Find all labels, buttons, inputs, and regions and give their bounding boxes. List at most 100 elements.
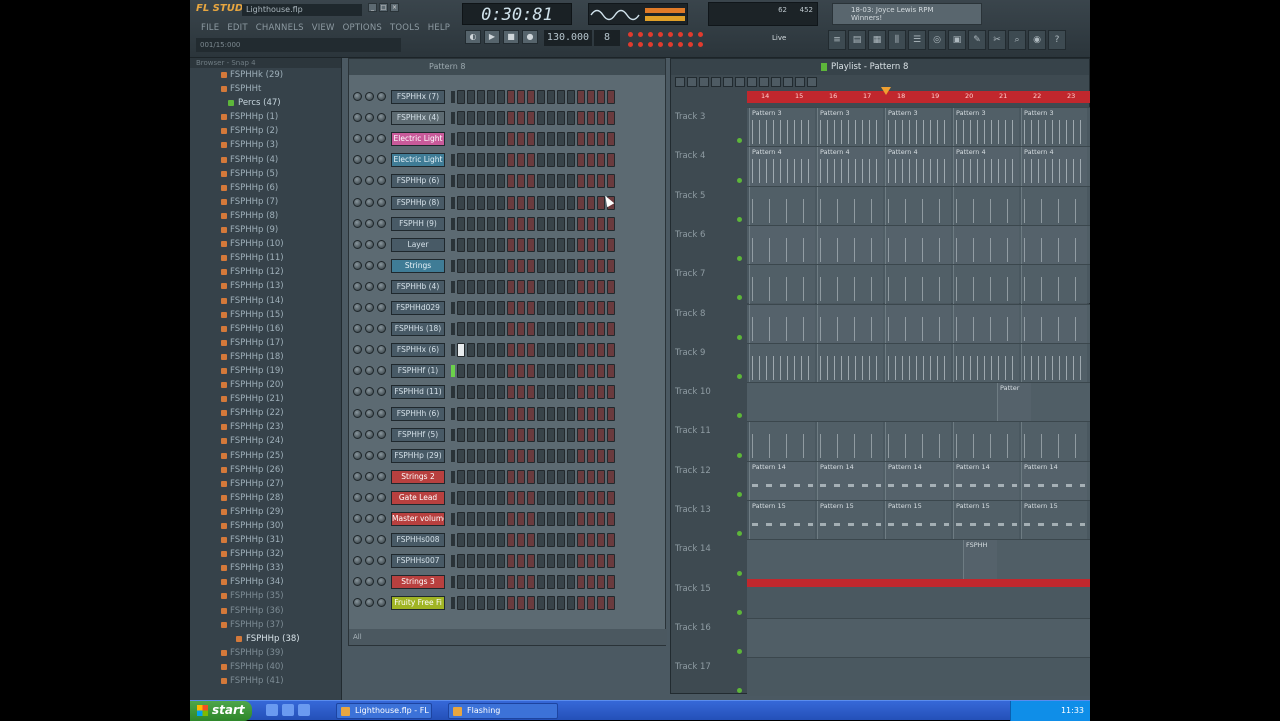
step-button[interactable] (487, 301, 495, 315)
step-button[interactable] (577, 554, 585, 569)
track-led-icon[interactable] (737, 570, 742, 576)
step-button[interactable] (497, 427, 505, 442)
step-button[interactable] (567, 469, 575, 484)
step-button[interactable] (527, 448, 535, 463)
pan-knob[interactable] (365, 197, 374, 207)
step-button[interactable] (547, 469, 555, 484)
browser-item[interactable]: FSPHHp (2) (190, 124, 341, 138)
step-button[interactable] (487, 174, 495, 189)
step-button[interactable] (567, 490, 575, 505)
step-button[interactable] (597, 132, 605, 147)
menu-tools[interactable]: TOOLS (387, 22, 423, 34)
step-button[interactable] (557, 237, 565, 252)
option-led[interactable] (638, 42, 643, 47)
mute-led-icon[interactable] (353, 155, 362, 165)
step-button[interactable] (517, 490, 525, 505)
step-button[interactable] (537, 512, 545, 526)
step-button[interactable] (567, 554, 575, 569)
mute-led-icon[interactable] (353, 345, 362, 355)
step-button[interactable] (477, 364, 485, 379)
pattern-clip[interactable]: Pattern 4 (885, 147, 951, 187)
step-button[interactable] (487, 111, 495, 126)
option-led[interactable] (688, 32, 693, 37)
step-button[interactable] (497, 90, 505, 104)
channel-select-led[interactable] (451, 175, 455, 188)
menu-options[interactable]: OPTIONS (340, 22, 385, 34)
mixer-icon[interactable]: ⫼ (888, 30, 906, 50)
mute-led-icon[interactable] (353, 556, 362, 566)
step-button[interactable] (557, 132, 565, 147)
channel-select-led[interactable] (451, 449, 455, 462)
step-button[interactable] (487, 575, 495, 590)
step-button[interactable] (497, 406, 505, 421)
browser-item[interactable]: FSPHHt (190, 82, 341, 96)
step-button[interactable] (557, 469, 565, 484)
pattern-clip[interactable] (1021, 304, 1087, 344)
track-name[interactable]: Track 16 (675, 623, 711, 633)
step-button[interactable] (577, 406, 585, 421)
channel-select-led[interactable] (451, 555, 455, 568)
track-name[interactable]: Track 4 (675, 151, 705, 161)
step-button[interactable] (587, 301, 595, 315)
browser-item[interactable]: FSPHHp (41) (190, 674, 341, 688)
playlist-tool-icon[interactable] (807, 77, 817, 87)
cut-icon[interactable]: ✂ (988, 30, 1006, 50)
step-button[interactable] (497, 132, 505, 147)
step-button[interactable] (557, 195, 565, 210)
pan-knob[interactable] (365, 345, 374, 355)
step-button[interactable] (547, 90, 555, 104)
track-led-icon[interactable] (737, 649, 742, 655)
step-button[interactable] (557, 322, 565, 337)
step-button[interactable] (567, 132, 575, 147)
step-button[interactable] (477, 301, 485, 315)
step-button[interactable] (577, 343, 585, 358)
browser-item[interactable]: FSPHHp (15) (190, 308, 341, 322)
step-button[interactable] (547, 406, 555, 421)
mute-led-icon[interactable] (353, 598, 362, 608)
mute-led-icon[interactable] (353, 387, 362, 397)
option-led[interactable] (688, 42, 693, 47)
step-button[interactable] (527, 174, 535, 189)
step-button[interactable] (567, 448, 575, 463)
pan-knob[interactable] (365, 366, 374, 376)
pattern-clip[interactable] (953, 186, 1019, 226)
step-button[interactable] (607, 448, 615, 463)
piano-roll-icon[interactable]: ▤ (848, 30, 866, 50)
step-button[interactable] (587, 258, 595, 273)
step-button[interactable] (597, 343, 605, 358)
step-button[interactable] (597, 533, 605, 548)
track-lane[interactable] (747, 421, 1090, 462)
step-button[interactable] (507, 258, 515, 273)
step-button[interactable] (557, 385, 565, 400)
pattern-clip[interactable] (1021, 186, 1087, 226)
step-button[interactable] (457, 90, 465, 104)
step-button[interactable] (547, 153, 555, 168)
step-button[interactable] (567, 512, 575, 526)
step-button[interactable] (587, 512, 595, 526)
menu-edit[interactable]: EDIT (224, 22, 250, 34)
step-button[interactable] (537, 596, 545, 611)
step-button[interactable] (577, 195, 585, 210)
channel-button[interactable]: Electric Light (391, 153, 445, 168)
step-button[interactable] (537, 174, 545, 189)
pattern-clip[interactable] (749, 422, 815, 462)
stop-button[interactable]: ■ (503, 30, 519, 44)
step-button[interactable] (457, 216, 465, 231)
step-button[interactable] (587, 596, 595, 611)
track-name[interactable]: Track 5 (675, 191, 705, 201)
step-button[interactable] (607, 216, 615, 231)
step-button[interactable] (607, 490, 615, 505)
track-led-icon[interactable] (737, 138, 742, 144)
menu-channels[interactable]: CHANNELS (253, 22, 307, 34)
channel-select-led[interactable] (451, 302, 455, 314)
step-button[interactable] (587, 385, 595, 400)
step-button[interactable] (507, 153, 515, 168)
pan-knob[interactable] (365, 514, 374, 523)
step-button[interactable] (517, 427, 525, 442)
pattern-clip[interactable] (953, 225, 1019, 265)
step-button[interactable] (477, 153, 485, 168)
mute-led-icon[interactable] (353, 303, 362, 312)
mute-led-icon[interactable] (353, 535, 362, 545)
mute-led-icon[interactable] (353, 134, 362, 144)
browser-item[interactable]: FSPHHp (4) (190, 153, 341, 167)
